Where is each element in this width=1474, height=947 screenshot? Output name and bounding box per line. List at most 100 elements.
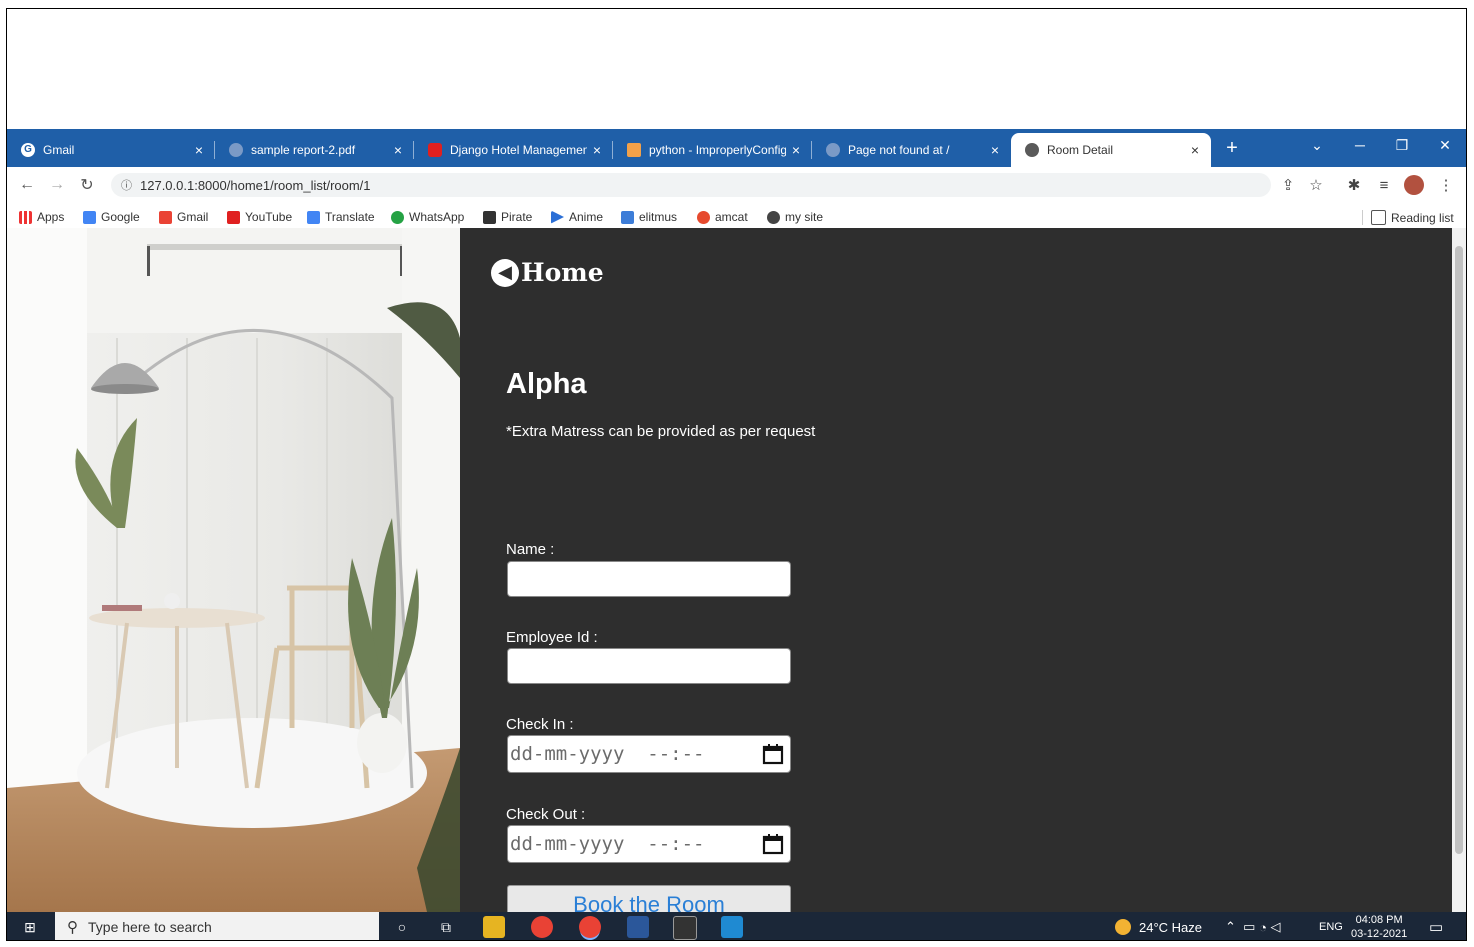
search-icon: ⚲ [67, 919, 78, 936]
weather-text: 24°C Haze [1139, 919, 1203, 935]
bookmark-apps[interactable]: Apps [19, 210, 64, 224]
windows-start-icon[interactable]: ⊞ [19, 916, 41, 938]
chrome-icon[interactable] [531, 916, 553, 938]
url-bar[interactable]: ⓘ 127.0.0.1:8000/home1/room_list/room/1 [111, 173, 1271, 197]
close-tab-icon[interactable]: × [1185, 142, 1205, 158]
bookmark-amcat[interactable]: amcat [697, 210, 748, 224]
page-content: ◀ Home Alpha *Extra Matress can be provi… [7, 228, 1466, 912]
check-out-placeholder: dd-mm-yyyy --:-- [510, 833, 705, 855]
chrome-active-icon[interactable] [579, 916, 601, 938]
bookmark-my-site[interactable]: my site [767, 210, 823, 224]
check-out-label: Check Out : [506, 806, 586, 823]
tab-title: Gmail [43, 143, 75, 157]
tray-chevron-icon[interactable]: ⌃ [1225, 919, 1236, 935]
profile-avatar[interactable] [1401, 173, 1427, 197]
bookmark-elitmus[interactable]: elitmus [621, 210, 677, 224]
page-scrollbar[interactable] [1452, 228, 1466, 912]
bookmark-translate[interactable]: Translate [307, 210, 375, 224]
whatsapp-icon [391, 210, 404, 224]
check-in-input[interactable]: dd-mm-yyyy --:-- [507, 735, 791, 773]
terminal-icon[interactable] [673, 916, 697, 940]
task-view-icon[interactable]: ⧉ [435, 916, 457, 938]
globe-icon [767, 210, 780, 224]
close-window-icon[interactable]: ✕ [1425, 129, 1465, 161]
tab-page-not-found[interactable]: Page not found at / × [812, 133, 1011, 167]
anime-play-icon [551, 210, 564, 224]
menu-icon[interactable]: ⋮ [1433, 173, 1459, 197]
tab-sample-report[interactable]: sample report-2.pdf × [215, 133, 414, 167]
globe-icon [229, 143, 243, 157]
amcat-icon [697, 210, 710, 224]
calendar-icon[interactable] [762, 833, 784, 855]
reload-icon[interactable]: ↻ [75, 173, 99, 197]
cortana-icon[interactable]: ○ [391, 916, 413, 938]
bookmark-whatsapp[interactable]: WhatsApp [391, 210, 464, 224]
weather-widget[interactable]: 24°C Haze [1115, 912, 1203, 940]
employee-id-input[interactable] [507, 648, 791, 684]
language-indicator[interactable]: ENG [1319, 912, 1343, 940]
file-explorer-icon[interactable] [483, 916, 505, 938]
media-control-icon[interactable]: ≡ [1371, 173, 1397, 197]
arrow-left-circle-icon: ◀ [491, 258, 519, 287]
weather-icon [1115, 919, 1131, 935]
reading-list-button[interactable]: Reading list [1362, 210, 1454, 225]
bookmark-gmail[interactable]: Gmail [159, 210, 208, 224]
url-text: 127.0.0.1:8000/home1/room_list/room/1 [140, 177, 371, 193]
notifications-icon[interactable]: ▭ [1429, 912, 1443, 940]
browser-tab-bar: G Gmail × sample report-2.pdf × Django H… [7, 129, 1466, 167]
close-tab-icon[interactable]: × [985, 142, 1005, 158]
translate-icon [307, 210, 320, 224]
bookmark-pirate[interactable]: Pirate [483, 210, 532, 224]
wifi-icon[interactable]: ◔ [1259, 920, 1267, 935]
check-in-placeholder: dd-mm-yyyy --:-- [510, 743, 705, 765]
system-tray-icons[interactable]: ⌃ ▭ ◔ ◁ [1225, 912, 1281, 940]
calendar-icon[interactable] [762, 743, 784, 765]
restore-icon[interactable]: ❐ [1382, 129, 1422, 161]
tab-title: sample report-2.pdf [251, 143, 356, 157]
book-room-button[interactable]: Book the Room [507, 885, 791, 912]
scrollbar-thumb[interactable] [1455, 246, 1463, 854]
site-info-icon[interactable]: ⓘ [121, 177, 132, 193]
screenshot-frame: G Gmail × sample report-2.pdf × Django H… [6, 8, 1467, 941]
back-icon[interactable]: ← [15, 173, 39, 197]
pirate-icon [483, 210, 496, 224]
tab-title: Page not found at / [848, 143, 950, 157]
name-input[interactable] [507, 561, 791, 597]
share-icon[interactable]: ⇪ [1275, 173, 1301, 197]
globe-icon [1025, 143, 1039, 157]
close-tab-icon[interactable]: × [189, 142, 209, 158]
tab-room-detail[interactable]: Room Detail × [1011, 133, 1211, 167]
new-tab-button[interactable]: + [1217, 133, 1247, 163]
bookmark-anime[interactable]: Anime [551, 210, 603, 224]
apps-grid-icon [19, 210, 32, 224]
close-tab-icon[interactable]: × [388, 142, 408, 158]
minimize-icon[interactable]: ─ [1340, 129, 1380, 161]
reading-list-icon [1371, 210, 1386, 225]
taskbar-search[interactable]: ⚲ Type here to search [55, 912, 379, 940]
extensions-icon[interactable]: ✱ [1341, 173, 1367, 197]
tab-django-hotel[interactable]: Django Hotel Management × [414, 133, 613, 167]
stackoverflow-icon [627, 143, 641, 157]
bookmark-star-icon[interactable]: ☆ [1303, 173, 1329, 197]
word-icon[interactable] [627, 916, 649, 938]
clock[interactable]: 04:08 PM 03-12-2021 [1351, 912, 1407, 940]
forward-icon[interactable]: → [45, 173, 69, 197]
bookmark-youtube[interactable]: YouTube [227, 210, 292, 224]
address-bar-row: ← → ↻ ⓘ 127.0.0.1:8000/home1/room_list/r… [7, 167, 1466, 203]
tab-search-icon[interactable]: ⌄ [1297, 129, 1337, 161]
tab-title: Room Detail [1047, 143, 1114, 157]
tab-python-improperly[interactable]: python - ImproperlyConfig × [613, 133, 812, 167]
vscode-icon[interactable] [721, 916, 743, 938]
battery-icon[interactable]: ▭ [1243, 919, 1255, 935]
elitmus-icon [621, 210, 634, 224]
check-out-input[interactable]: dd-mm-yyyy --:-- [507, 825, 791, 863]
tab-gmail[interactable]: G Gmail × [7, 133, 215, 167]
gmail-icon [159, 210, 172, 224]
google-icon: G [21, 143, 35, 157]
home-link[interactable]: ◀ Home [491, 258, 604, 287]
volume-icon[interactable]: ◁ [1271, 919, 1281, 935]
close-tab-icon[interactable]: × [786, 142, 806, 158]
bookmark-google[interactable]: Google [83, 210, 140, 224]
close-tab-icon[interactable]: × [587, 142, 607, 158]
name-label: Name : [506, 541, 555, 558]
